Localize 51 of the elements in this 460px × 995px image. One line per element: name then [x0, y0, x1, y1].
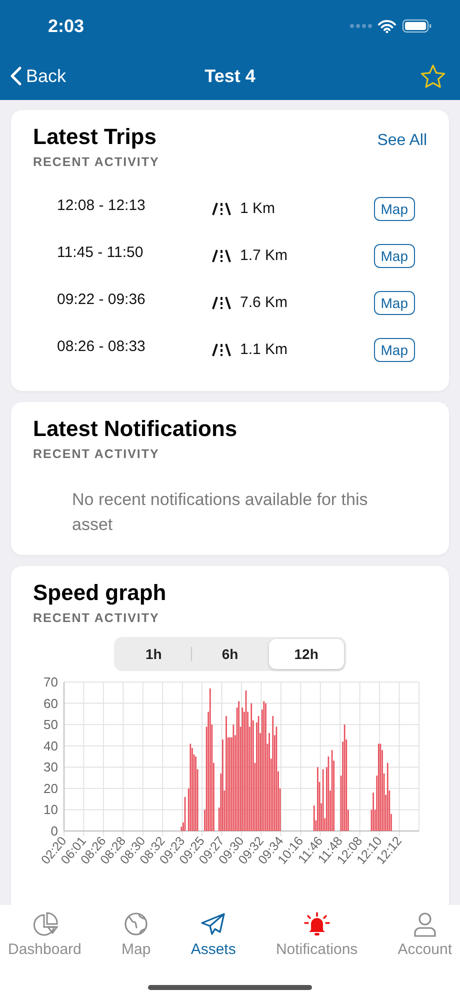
road-icon [212, 248, 231, 262]
tab-bar-item[interactable]: Notifications [274, 911, 360, 958]
trip-distance: 1.1 Km [240, 341, 289, 358]
card-subtitle: RECENT ACTIVITY [33, 155, 160, 169]
pie-chart-icon [30, 911, 59, 938]
trip-distance: 7.6 Km [240, 294, 289, 311]
range-segment[interactable]: 12h [268, 639, 344, 669]
y-tick-label: 40 [44, 738, 58, 754]
chevron-left-icon [10, 66, 22, 86]
empty-message: No recent notifications available for this asset [72, 489, 369, 536]
y-tick-label: 50 [44, 717, 58, 732]
y-tick-label: 70 [44, 675, 58, 690]
y-tick-label: 60 [44, 696, 58, 711]
tab-bar-item[interactable]: Assets [188, 911, 238, 958]
trip-time: 09:22 - 09:36 [56, 291, 146, 308]
map-button[interactable]: Map [374, 290, 415, 314]
trip-distance: 1 Km [240, 200, 276, 217]
y-tick-label: 30 [44, 760, 58, 775]
road-icon [212, 296, 231, 310]
tab-bar-item[interactable]: Dashboard [6, 911, 84, 958]
star-icon[interactable] [420, 64, 446, 88]
tab-bar-item[interactable]: Account [396, 911, 454, 958]
card-title: Latest Trips [33, 124, 158, 150]
card-subtitle: RECENT ACTIVITY [33, 611, 160, 625]
trip-distance: 1.7 Km [240, 247, 289, 264]
globe-icon [122, 911, 150, 938]
map-button[interactable]: Map [374, 196, 415, 220]
back-button[interactable]: Back [10, 66, 66, 86]
trip-time: 12:08 - 12:13 [56, 197, 146, 214]
card-title: Latest Notifications [33, 416, 238, 442]
road-icon [212, 202, 231, 216]
card-title: Speed graph [33, 580, 166, 606]
battery-icon [402, 19, 432, 33]
status-time: 2:03 [48, 16, 84, 36]
map-button[interactable]: Map [374, 338, 415, 362]
screen-title: Test 4 [204, 66, 256, 86]
card-subtitle: RECENT ACTIVITY [33, 447, 160, 461]
y-tick-label: 10 [44, 802, 58, 818]
map-button[interactable]: Map [374, 244, 415, 268]
road-icon [212, 342, 231, 356]
paper-plane-icon [199, 911, 228, 938]
y-tick-label: 0 [50, 824, 58, 838]
trip-time: 11:45 - 11:50 [56, 244, 144, 261]
y-tick-label: 20 [44, 780, 58, 796]
range-segment[interactable]: 1h [116, 639, 192, 669]
range-segment[interactable]: 6h [192, 639, 268, 669]
wifi-icon [378, 20, 396, 32]
tab-bar-item[interactable]: Map [120, 911, 153, 958]
see-all-link[interactable]: See All [377, 132, 427, 150]
signal-icon [350, 23, 372, 29]
trip-time: 08:26 - 08:33 [56, 338, 146, 355]
